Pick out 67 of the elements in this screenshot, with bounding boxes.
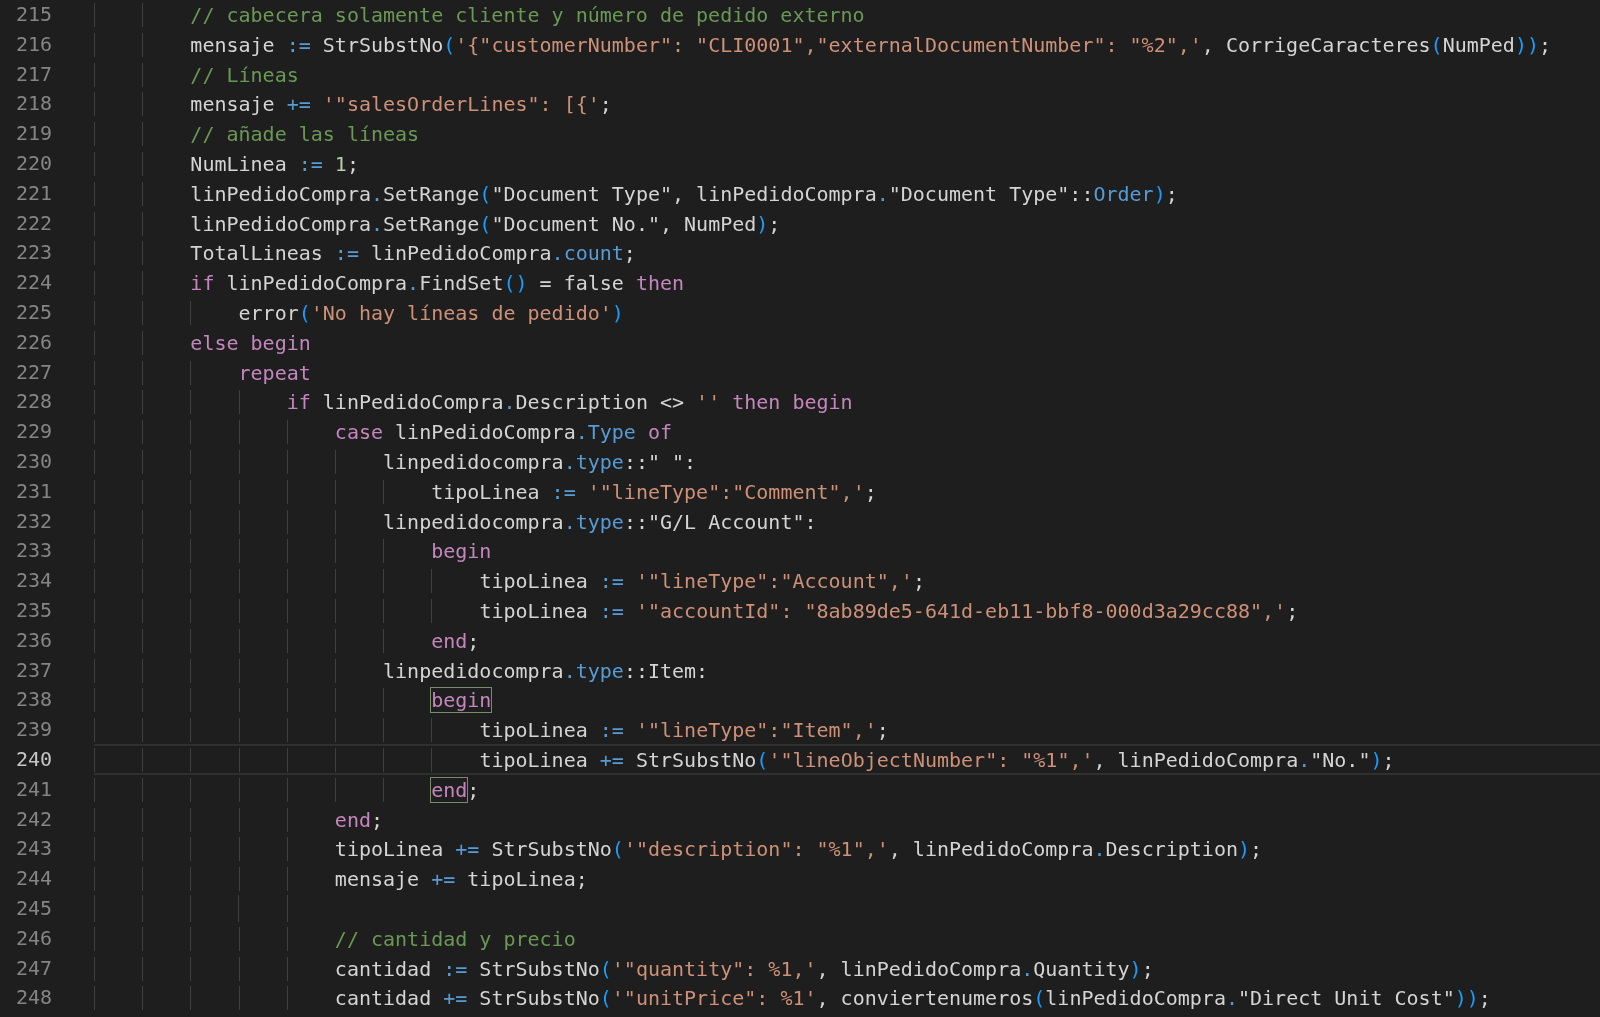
code-line: end; (94, 803, 1600, 835)
line-number: 240 (14, 745, 52, 773)
line-number: 230 (14, 447, 52, 475)
code-line: linpedidocompra.type::"G/L Account": (94, 505, 1600, 537)
code-line: tipoLinea := '"lineType":"Item",'; (94, 714, 1600, 745)
line-number: 215 (14, 1, 52, 28)
line-number: 243 (14, 835, 52, 863)
code-line: tipoLinea := '"lineType":"Account",'; (94, 565, 1600, 596)
line-number: 242 (14, 805, 52, 833)
code-line: end; (94, 624, 1600, 656)
line-number: 225 (14, 298, 52, 326)
code-line: linPedidoCompra.SetRange("Document No.", NumPed); (94, 207, 1600, 239)
code-line: mensaje := StrSubstNo('{"customerNumber": "CLI0001","externalDocumentNumber": "%2",', CorrigeCaracteres(NumPed)); (94, 28, 1600, 60)
line-number: 219 (14, 120, 52, 148)
code-line: // cabecera solamente cliente y número de pedido externo (94, 0, 1600, 30)
line-number: 246 (14, 924, 52, 952)
line-number: 231 (14, 477, 52, 505)
line-number: 248 (14, 984, 52, 1012)
line-number: 222 (14, 209, 52, 237)
line-number: 234 (14, 567, 52, 595)
code-line: repeat (94, 356, 1600, 388)
code-line: TotalLineas := linPedidoCompra.count; (94, 237, 1600, 269)
line-number: 238 (14, 686, 52, 714)
line-number: 216 (14, 30, 52, 58)
code-line: if linPedidoCompra.FindSet() = false then (94, 267, 1600, 298)
line-number: 227 (14, 358, 52, 386)
line-number: 236 (14, 626, 52, 654)
code-line: tipoLinea := '"accountId": "8ab89de5-641d-eb11-bbf8-000d3a29cc88",'; (94, 594, 1600, 626)
code-line: if linPedidoCompra.Description <> '' then begin (94, 386, 1600, 418)
code-line: cantidad := StrSubstNo('"quantity": %1,', linPedidoCompra.Quantity); (94, 952, 1600, 984)
line-number: 220 (14, 150, 52, 177)
code-line: begin (94, 684, 1600, 716)
line-number: 235 (14, 596, 52, 624)
line-number: 244 (14, 865, 52, 893)
code-line: linPedidoCompra.SetRange("Document Type", linPedidoCompra."Document Type"::Order); (94, 177, 1600, 209)
code-line: mensaje += tipoLinea; (94, 863, 1600, 894)
line-number: 247 (14, 954, 52, 982)
code-line: linpedidocompra.type::" ": (94, 445, 1600, 477)
code-line: case linPedidoCompra.Type of (94, 416, 1600, 447)
code-line: tipoLinea := '"lineType":"Comment",'; (94, 475, 1600, 507)
code-line: error('No hay líneas de pedido') (94, 296, 1600, 328)
line-number: 218 (14, 90, 52, 118)
code-line: NumLinea := 1; (94, 148, 1600, 179)
code-line: // añade las líneas (94, 118, 1600, 149)
line-number: 226 (14, 328, 52, 356)
code-line: tipoLinea += StrSubstNo('"lineObjectNumber": "%1",', linPedidoCompra."No."); (94, 743, 1600, 775)
code-line: // Líneas (94, 58, 1600, 90)
line-number: 221 (14, 179, 52, 207)
line-number: 229 (14, 418, 52, 446)
line-number: 241 (14, 775, 52, 803)
line-number: 233 (14, 537, 52, 565)
line-number: 217 (14, 60, 52, 88)
code-line: else begin (94, 326, 1600, 358)
code-line: cantidad += StrSubstNo('"unitPrice": %1', conviertenumeros(linPedidoCompra."Direct Unit Cost")); (94, 982, 1600, 1014)
line-number: 228 (14, 388, 52, 416)
code-line: end; (94, 773, 1600, 805)
line-number: 239 (14, 716, 52, 744)
line-number: 237 (14, 656, 52, 684)
line-number: 224 (14, 269, 52, 297)
line-number: 223 (14, 239, 52, 267)
line-number: 232 (14, 507, 52, 535)
code-line: // cantidad y precio (94, 922, 1600, 954)
code-line: mensaje += '"salesOrderLines": [{'; (94, 88, 1600, 120)
code-line: begin (94, 535, 1600, 567)
code-line: linpedidocompra.type::Item: (94, 654, 1600, 686)
line-number: 245 (14, 894, 52, 922)
code-line: tipoLinea += StrSubstNo('"description": "%1",', linPedidoCompra.Description); (94, 833, 1600, 865)
